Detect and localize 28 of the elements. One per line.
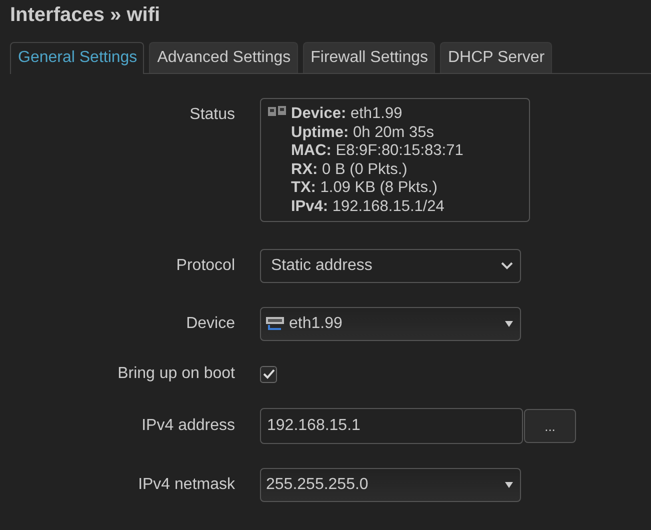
tab[interactable]: General Settings — [10, 42, 144, 74]
field-label: Status — [190, 106, 235, 124]
network-port-icon — [265, 316, 285, 332]
status-line: TX: 1.09 KB (8 Pkts.) — [291, 179, 438, 198]
field-label: Device — [186, 315, 235, 333]
device-select[interactable]: eth1.99 — [260, 307, 521, 341]
tab[interactable]: Advanced Settings — [149, 42, 298, 73]
netmask-select[interactable]: 255.255.255.0 — [260, 468, 521, 502]
status-line: IPv4: 192.168.15.1/24 — [291, 198, 446, 216]
page-title: Interfaces » wifi — [10, 3, 160, 28]
field-label: IPv4 address — [142, 417, 235, 435]
field-label: IPv4 netmask — [138, 476, 235, 494]
caret-icon — [505, 321, 513, 327]
more-button[interactable]: ... — [524, 409, 576, 443]
tab[interactable]: Firewall Settings — [302, 42, 435, 73]
field-label: Protocol — [176, 257, 235, 275]
caret-icon — [505, 482, 513, 488]
boot-checkbox[interactable] — [260, 366, 277, 382]
chevron-icon — [501, 262, 513, 270]
tab[interactable]: DHCP Server — [440, 42, 552, 73]
status-line: MAC: E8:9F:80:15:83:71 — [291, 142, 464, 160]
ports-icon — [267, 105, 287, 119]
address-field[interactable]: 192.168.15.1 — [260, 408, 523, 444]
status-line: RX: 0 B (0 Pkts.) — [291, 160, 408, 179]
status-line: Uptime: 0h 20m 35s — [291, 124, 436, 142]
protocol-select[interactable]: Static address — [260, 249, 521, 283]
status-line: Device: eth1.99 — [291, 105, 404, 124]
field-label: Bring up on boot — [118, 365, 235, 383]
